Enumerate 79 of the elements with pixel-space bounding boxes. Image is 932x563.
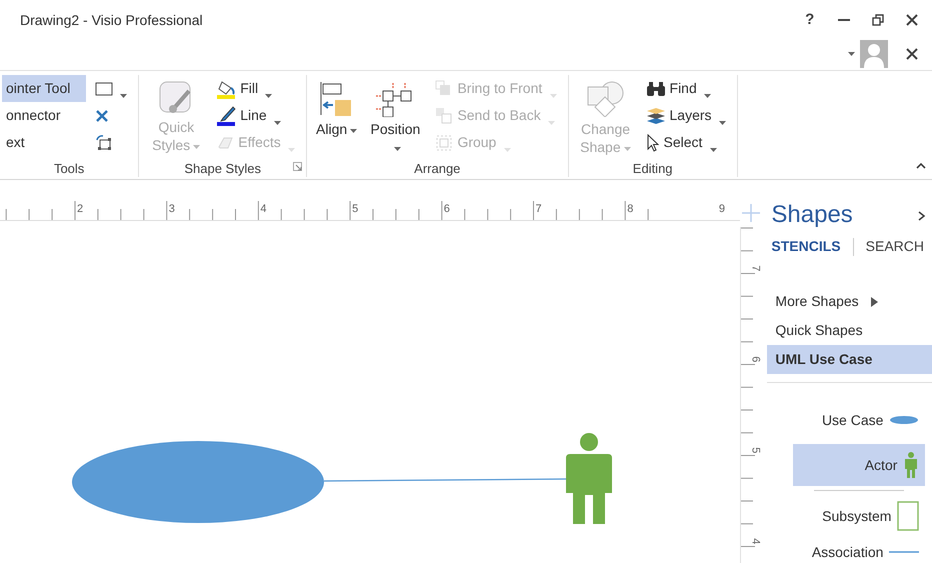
ruler-number: 6 — [748, 356, 762, 362]
pane-title: Shapes — [771, 200, 853, 230]
ribbon-button[interactable]: Position — [364, 79, 426, 159]
caret-icon — [274, 121, 281, 126]
line-icon — [889, 550, 920, 554]
rectangle-icon — [95, 82, 113, 96]
ruler-number: 7 — [536, 202, 542, 217]
shape-master[interactable]: Use Case — [793, 399, 926, 442]
minimize-icon — [838, 19, 850, 21]
close-icon — [906, 14, 918, 26]
change-shape-icon — [586, 81, 626, 117]
ruler-number: 4 — [748, 538, 762, 544]
group-icon — [435, 134, 454, 152]
shape-master[interactable]: Association — [793, 537, 926, 563]
ribbon-button[interactable]: Find — [640, 75, 731, 102]
stencil-item[interactable]: UML Use Case — [767, 345, 932, 374]
ruler-number: 5 — [352, 202, 358, 217]
group-label: Arrange — [413, 160, 462, 177]
group-label: Tools — [52, 160, 86, 177]
stencil-item[interactable]: Quick Shapes — [767, 316, 932, 346]
binoculars-icon — [646, 80, 666, 96]
ribbon-button[interactable]: onnector — [2, 102, 86, 129]
ruler-number: 6 — [444, 202, 450, 217]
caret-icon — [710, 148, 717, 152]
caret-icon — [624, 146, 631, 151]
actor-figure[interactable] — [566, 433, 612, 524]
association-line[interactable] — [324, 478, 566, 482]
close-icon — [906, 48, 918, 60]
ellipse-icon — [889, 415, 920, 426]
pane-tab[interactable]: STENCILS — [762, 236, 849, 258]
ruler-number: 9 — [718, 202, 726, 217]
quick-styles-icon — [159, 81, 194, 115]
connection-point-icon — [95, 108, 109, 122]
ruler-number: 7 — [748, 265, 762, 272]
help-button[interactable]: ? — [792, 5, 827, 35]
ruler-number: 8 — [627, 202, 634, 217]
shape-master[interactable]: Actor — [793, 444, 926, 486]
paint-bucket-icon — [216, 78, 236, 98]
ribbon-button[interactable]: ointer Tool — [2, 75, 86, 102]
caret-icon — [704, 94, 711, 98]
window-title: Drawing2 - Visio Professional — [20, 10, 203, 30]
ruler-number: 3 — [168, 202, 175, 217]
caret-icon — [120, 94, 128, 98]
caret-icon — [265, 94, 272, 98]
ribbon-button[interactable]: Align — [313, 79, 360, 140]
pen-icon — [216, 106, 236, 126]
ruler-number: 2 — [77, 202, 84, 217]
text-block-icon — [95, 134, 113, 152]
caret-icon — [504, 148, 511, 152]
effects-icon — [216, 134, 234, 150]
send-to-back-icon — [435, 106, 454, 124]
caret-icon — [350, 128, 358, 133]
person-icon — [903, 451, 920, 480]
ribbon-button[interactable]: ext — [2, 129, 86, 156]
stencil-item[interactable]: More Shapes — [767, 287, 932, 316]
caret-icon — [193, 144, 200, 149]
caret-icon — [718, 121, 726, 126]
cursor-icon — [646, 134, 660, 152]
ruler-number: 5 — [748, 447, 762, 454]
use-case-ellipse[interactable] — [72, 441, 324, 523]
submenu-arrow-icon — [870, 296, 878, 307]
rectangle-icon — [897, 501, 920, 532]
layers-icon — [646, 106, 666, 124]
caret-icon — [550, 94, 557, 98]
caret-icon — [548, 121, 555, 126]
group-label: Shape Styles — [183, 160, 262, 177]
caret-icon — [288, 148, 296, 152]
ribbon-button[interactable]: Layers — [640, 102, 731, 129]
pane-tab[interactable]: SEARCH — [858, 236, 932, 258]
ruler-number: 4 — [260, 202, 267, 217]
caret-icon — [848, 52, 855, 56]
restore-icon — [872, 14, 884, 26]
ribbon-button[interactable]: Select — [640, 129, 731, 156]
shape-master[interactable]: Subsystem — [793, 495, 926, 538]
ribbon-button[interactable]: Fill — [211, 75, 300, 102]
group-label: Editing — [632, 160, 674, 177]
ruler-corner-icon — [741, 202, 761, 223]
caret-icon — [394, 146, 401, 151]
ribbon-button[interactable]: Line — [211, 102, 300, 129]
